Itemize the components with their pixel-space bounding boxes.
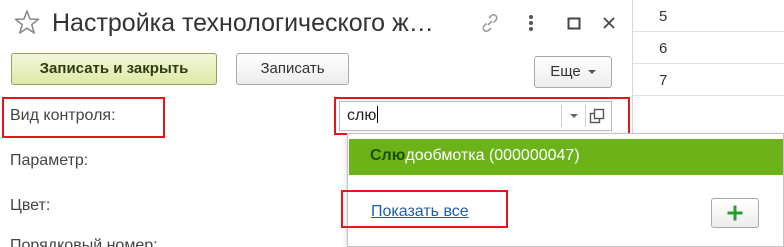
window-title: Настройка технологического ж…	[52, 9, 434, 37]
autocomplete-item-match: Слю	[370, 147, 406, 164]
title-bar: Настройка технологического ж…	[0, 0, 632, 50]
highlight-frame-show-all	[341, 190, 508, 228]
control-type-label: Вид контроля:	[10, 107, 116, 124]
color-label: Цвет:	[10, 197, 51, 214]
highlight-frame-input	[334, 97, 630, 135]
command-bar: Записать и закрыть Записать Еще	[0, 52, 632, 88]
plus-icon	[727, 205, 743, 221]
table-row[interactable]: 7	[633, 64, 784, 96]
parameter-label: Параметр:	[10, 152, 89, 169]
more-menu-label: Еще	[550, 63, 581, 80]
autocomplete-item[interactable]: Слюдообмотка (000000047)	[349, 139, 783, 175]
more-menu-button[interactable]: Еще	[534, 56, 612, 88]
close-icon[interactable]	[597, 11, 621, 35]
maximize-icon[interactable]	[562, 11, 586, 35]
order-number-label: Порядковый номер:	[10, 237, 158, 247]
add-new-button[interactable]	[711, 198, 759, 228]
table-row[interactable]: 5	[633, 0, 784, 32]
table-row[interactable]: 6	[633, 32, 784, 64]
chevron-down-icon	[587, 70, 596, 75]
link-icon[interactable]	[478, 11, 502, 35]
autocomplete-item-rest: дообмотка (000000047)	[405, 147, 580, 164]
save-and-close-button[interactable]: Записать и закрыть	[11, 53, 217, 85]
more-vertical-icon[interactable]	[526, 11, 536, 35]
save-button[interactable]: Записать	[236, 53, 349, 85]
star-icon[interactable]	[14, 9, 40, 35]
